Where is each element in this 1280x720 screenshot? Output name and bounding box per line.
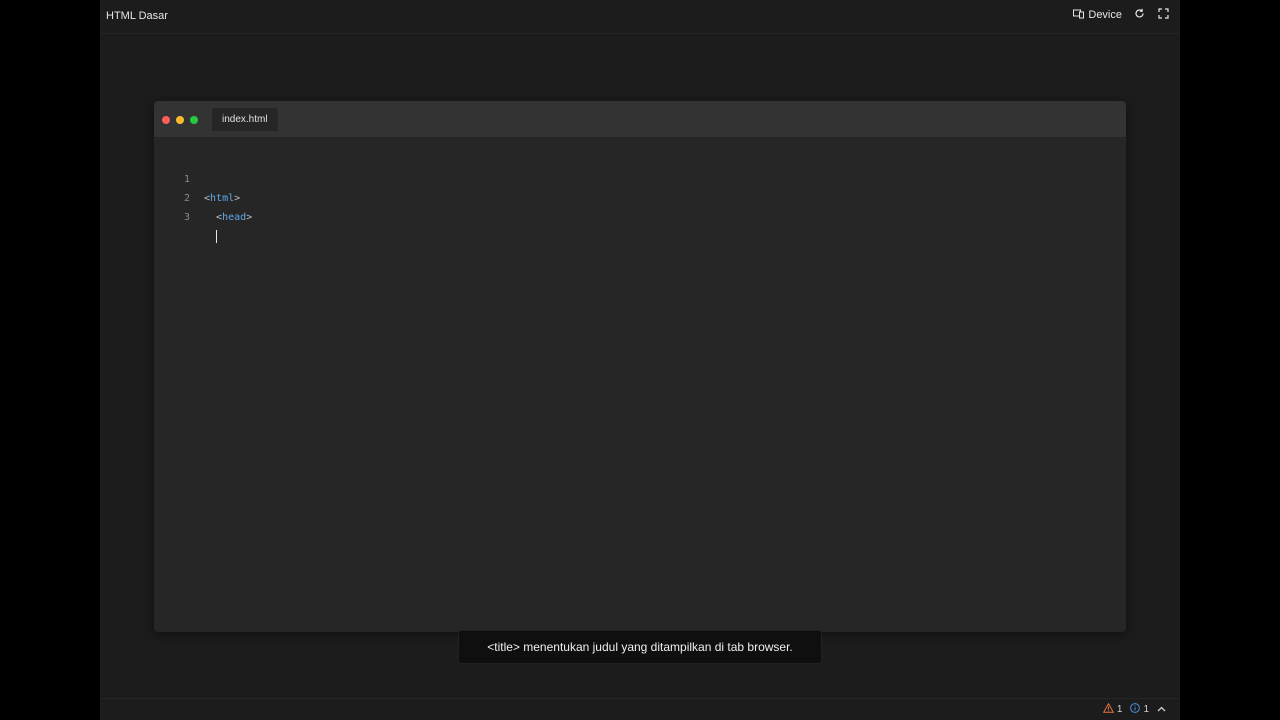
line-content: <head>	[204, 208, 252, 227]
code-line: 1 <html>	[154, 151, 240, 204]
line-number: 3	[183, 212, 190, 223]
tab-index-html[interactable]: index.html	[212, 108, 278, 131]
tag-close-bracket: >	[234, 193, 241, 204]
code-editor-window: index.html 1 <html> 2 <head> 3	[154, 101, 1126, 632]
line-content: <html>	[204, 189, 240, 208]
device-icon	[1073, 9, 1085, 22]
minimize-window-dot[interactable]	[176, 116, 184, 124]
status-bar: 1 1	[100, 698, 1180, 720]
info-icon	[1130, 703, 1141, 716]
top-bar: HTML Dasar Device	[100, 0, 1180, 34]
device-button[interactable]: Device	[1073, 9, 1122, 22]
chevron-up-icon	[1157, 704, 1166, 715]
top-actions: Device	[1073, 8, 1170, 22]
code-line: 2 <head>	[154, 170, 252, 223]
zoom-window-dot[interactable]	[190, 116, 198, 124]
text-cursor	[216, 229, 218, 243]
warnings-indicator[interactable]: 1	[1102, 702, 1123, 716]
editor-titlebar: index.html	[154, 101, 1126, 137]
warnings-count: 1	[1116, 704, 1123, 715]
tag-name: head	[222, 212, 247, 223]
expand-panel-button[interactable]	[1157, 704, 1166, 715]
app-title: HTML Dasar	[106, 10, 168, 22]
tag-name: html	[210, 193, 235, 204]
device-label: Device	[1088, 9, 1122, 21]
fullscreen-icon	[1157, 8, 1169, 22]
refresh-icon	[1134, 8, 1145, 22]
status-indicators: 1 1	[1102, 702, 1166, 716]
code-line: 3	[154, 189, 218, 243]
warning-icon	[1102, 702, 1115, 716]
close-window-dot[interactable]	[162, 116, 170, 124]
fullscreen-button[interactable]	[1156, 8, 1170, 22]
hint-tooltip: <title> menentukan judul yang ditampilka…	[458, 630, 822, 664]
info-indicator[interactable]: 1	[1130, 703, 1149, 716]
tag-close-bracket: >	[246, 212, 253, 223]
refresh-button[interactable]	[1132, 8, 1146, 22]
info-count: 1	[1143, 704, 1149, 715]
line-content	[204, 227, 218, 246]
app-stage: HTML Dasar Device index.html 1 <html> 2 …	[100, 0, 1180, 720]
